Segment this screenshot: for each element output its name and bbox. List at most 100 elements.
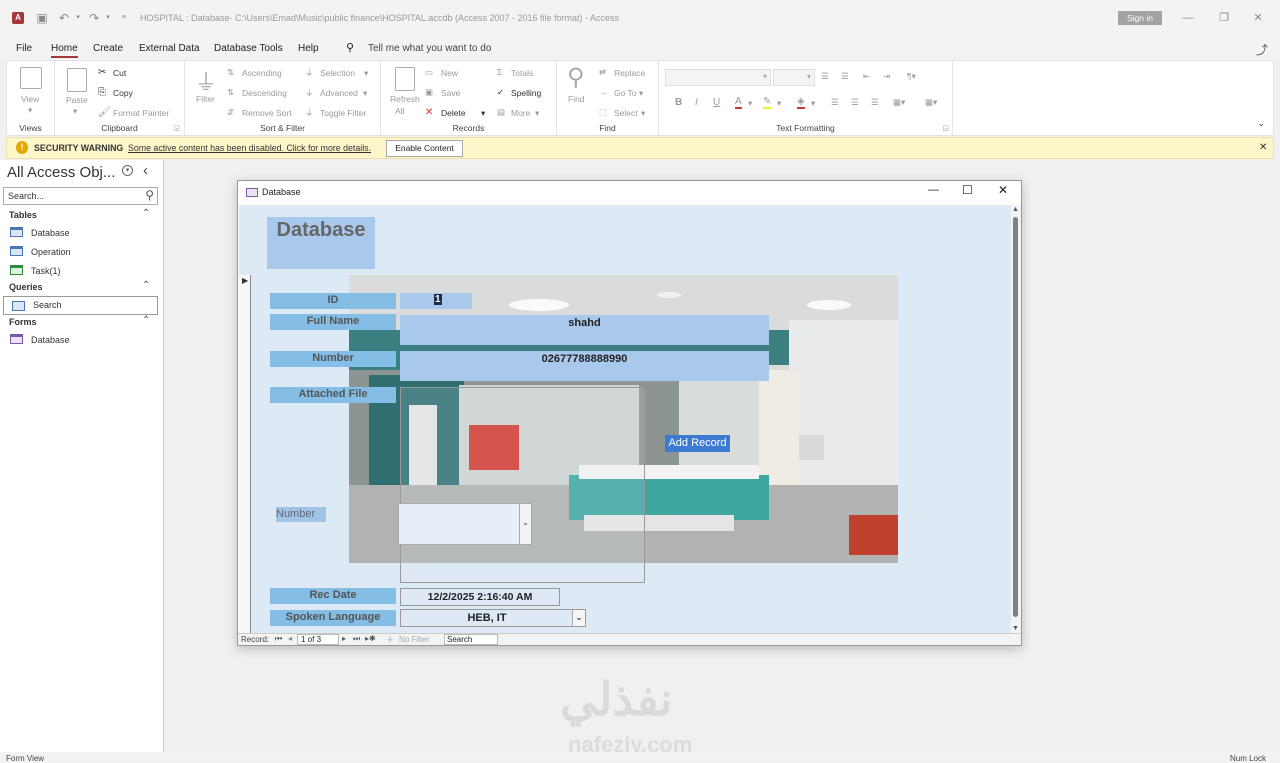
more-button[interactable]: More [511,108,530,118]
format-painter-icon[interactable]: 🖌 [98,107,111,118]
number-combo-dropdown-icon[interactable]: ⌄ [519,504,531,544]
nav-filter-dropdown-icon[interactable]: ▾ [122,165,133,176]
id-field[interactable]: 1 [400,293,472,309]
selection-button[interactable]: Selection [320,68,355,78]
previous-record-icon[interactable]: ◂ [288,634,292,643]
delete-dropdown-icon[interactable]: ▾ [481,108,485,119]
save-record-icon[interactable]: ▣ [425,87,433,98]
nav-item-search-query[interactable]: Search [3,296,158,315]
filter-icon[interactable]: ⏚ [195,65,217,97]
font-size-dropdown[interactable]: ▾ [773,69,815,86]
close-warning-icon[interactable]: ✕ [1259,142,1267,153]
totals-icon[interactable]: Σ [497,67,502,77]
highlight-dropdown-icon[interactable]: ▾ [777,98,781,109]
font-name-dropdown[interactable]: ▾ [665,69,771,86]
remove-sort-button[interactable]: Remove Sort [242,108,292,118]
font-color-dropdown-icon[interactable]: ▾ [748,98,752,109]
font-color-icon[interactable]: A [735,96,742,109]
descending-button[interactable]: Descending [242,88,287,98]
redo-dropdown-icon[interactable]: ▾ [100,10,116,26]
select-button[interactable]: Select [614,108,638,118]
form-minimize-icon[interactable]: — [928,184,939,196]
text-formatting-launcher-icon[interactable]: ◲ [942,124,949,132]
close-icon[interactable]: ✕ [1248,9,1268,27]
align-center-icon[interactable]: ☰ [851,97,859,108]
first-record-icon[interactable]: ⏮ [275,634,282,644]
nav-search-input[interactable]: Search... ⚲ [3,187,158,205]
delete-icon[interactable]: ✕ [425,107,433,118]
tell-me-icon[interactable]: ⚲ [346,41,354,54]
toggle-filter-button[interactable]: Toggle Filter [320,108,366,118]
add-record-button[interactable]: Add Record [665,435,730,452]
totals-button[interactable]: Totals [511,68,533,78]
sign-in-button[interactable]: Sign in [1118,11,1162,25]
save-icon[interactable]: ▣ [34,10,50,26]
number-combo-box[interactable]: ⌄ [398,503,532,545]
spoken-language-dropdown-icon[interactable]: ⌄ [572,610,585,626]
nav-item-operation-table[interactable]: Operation [10,246,71,262]
find-button[interactable]: Find [568,94,585,104]
nav-item-database-form[interactable]: Database [10,334,70,350]
view-icon[interactable] [20,67,42,89]
cut-icon[interactable]: ✂ [98,67,106,78]
more-dropdown-icon[interactable]: ▾ [535,108,539,119]
go-to-icon[interactable]: → [599,87,608,97]
find-icon[interactable]: ⚲ [567,63,585,92]
fill-color-icon[interactable]: ◈ [797,96,805,109]
attached-file-field[interactable] [400,387,645,583]
selection-icon[interactable]: ⏚ [305,67,314,79]
restore-icon[interactable]: ❐ [1214,9,1234,27]
share-icon[interactable]: ⤴ [1256,41,1268,58]
spoken-language-field[interactable]: HEB, IT ⌄ [400,609,586,627]
last-record-icon[interactable]: ⏭ [353,634,360,644]
filter-button[interactable]: Filter [196,94,215,104]
advanced-button[interactable]: Advanced [320,88,358,98]
paste-icon[interactable] [67,68,87,92]
view-dropdown-icon[interactable]: ▾ [28,105,32,116]
cut-button[interactable]: Cut [113,68,126,78]
collapse-ribbon-icon[interactable]: ⌄ [1257,118,1265,129]
customize-toolbar-icon[interactable]: ≡ [116,10,132,26]
format-painter-button[interactable]: Format Painter [113,108,169,118]
underline-icon[interactable]: U [713,97,720,108]
scroll-up-icon[interactable]: ▲ [1012,206,1019,213]
refresh-icon[interactable] [395,67,415,91]
menu-create[interactable]: Create [93,43,123,54]
go-to-button[interactable]: Go To [614,88,637,98]
save-record-button[interactable]: Save [441,88,460,98]
record-search-box[interactable]: Search [444,634,498,645]
tell-me-box[interactable]: Tell me what you want to do [368,43,491,54]
bold-icon[interactable]: B [675,97,682,108]
full-name-field[interactable]: shahd [400,315,769,345]
alternate-row-color-icon[interactable]: ▦▾ [893,97,905,108]
align-left-icon[interactable]: ☰ [831,97,839,108]
descending-icon[interactable]: ⇅ [227,87,234,98]
new-record-icon[interactable]: ▸✱ [365,634,376,643]
enable-content-button[interactable]: Enable Content [386,140,463,157]
chevron-up-icon[interactable]: ⌃ [142,208,150,219]
form-maximize-icon[interactable]: ☐ [962,183,973,197]
decrease-indent-icon[interactable]: ⇤ [863,71,870,82]
menu-external-data[interactable]: External Data [139,43,200,54]
nav-item-task-table[interactable]: Task(1) [10,265,61,281]
chevron-up-icon[interactable]: ⌃ [142,315,150,326]
advanced-dropdown-icon[interactable]: ▾ [363,88,367,99]
menu-help[interactable]: Help [298,43,319,54]
nav-section-tables[interactable]: Tables [9,210,37,220]
paste-dropdown-icon[interactable]: ▾ [73,106,77,117]
paste-button[interactable]: Paste [66,95,88,105]
record-selector[interactable]: ▶ [239,275,251,633]
go-to-dropdown-icon[interactable]: ▾ [639,88,643,99]
spelling-button[interactable]: Spelling [511,88,541,98]
text-direction-icon[interactable]: ¶▾ [907,71,916,82]
bullets-icon[interactable]: ☰ [821,71,829,82]
increase-indent-icon[interactable]: ⇥ [883,71,890,82]
ascending-icon[interactable]: ⇅ [227,67,234,78]
numbering-icon[interactable]: ☰ [841,71,849,82]
current-record-box[interactable]: 1 of 3 [297,634,339,645]
nav-search-icon[interactable]: ⚲ [145,188,154,202]
chevron-up-icon[interactable]: ⌃ [142,280,150,291]
next-record-icon[interactable]: ▸ [342,634,346,643]
rec-date-field[interactable]: 12/2/2025 2:16:40 AM [400,588,560,606]
number-field[interactable]: 02677788888990 [400,351,769,381]
